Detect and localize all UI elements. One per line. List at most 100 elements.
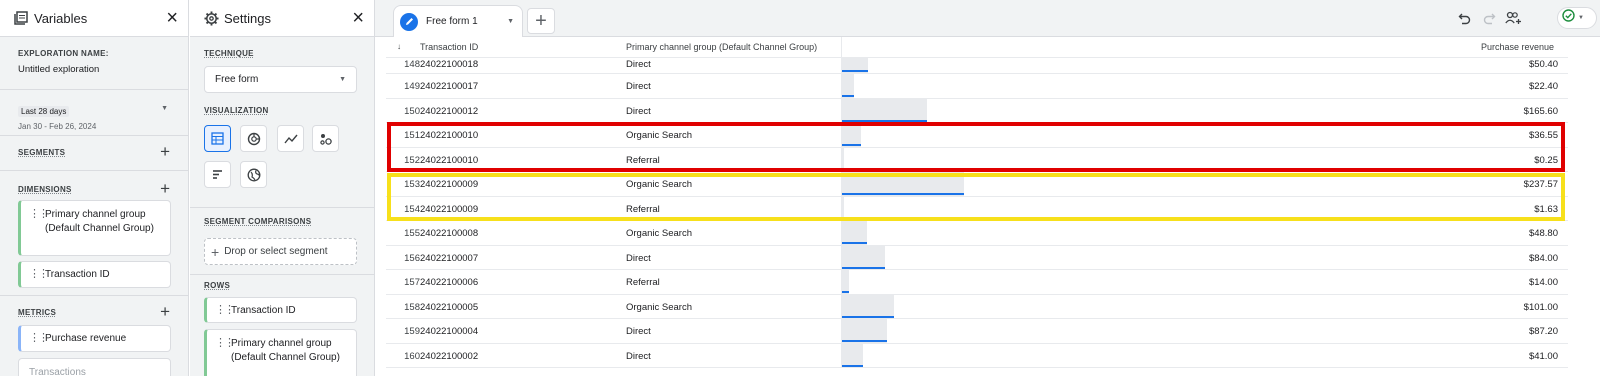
- dimensions-header: DIMENSIONS +: [18, 180, 170, 197]
- revenue-bar-indicator: [842, 364, 863, 367]
- date-range-picker[interactable]: Last 28 days Jan 30 - Feb 26, 2024 ▼: [18, 101, 168, 131]
- metrics-header: METRICS +: [18, 303, 170, 320]
- divider: [0, 135, 188, 136]
- dimension-label: Primary channel group (Default Channel G…: [45, 209, 154, 234]
- row-dimension-chip[interactable]: ⋮⋮ Transaction ID: [204, 297, 357, 323]
- metric-chip[interactable]: ⋮⋮ Purchase revenue: [18, 325, 171, 352]
- exploration-canvas: Free form 1 ▼ + ▼ ↓ Transaction ID Prima…: [375, 0, 1600, 376]
- table-row[interactable]: 158 24022100005 Organic Search $101.00: [386, 294, 1568, 319]
- row-index: 148: [404, 59, 420, 70]
- channel-cell: Organic Search: [626, 301, 693, 313]
- variables-panel: Variables × EXPLORATION NAME: Untitled e…: [0, 0, 189, 376]
- add-dimension-icon[interactable]: +: [160, 180, 170, 197]
- revenue-bar-indicator: [842, 291, 849, 293]
- column-header-transaction-id[interactable]: Transaction ID: [420, 42, 478, 52]
- revenue-cell: $237.57: [1523, 179, 1558, 190]
- revenue-bar: [842, 319, 887, 343]
- transaction-id-cell: 24022100002: [420, 350, 479, 362]
- row-index: 158: [404, 301, 420, 313]
- channel-cell: Organic Search: [626, 228, 693, 239]
- revenue-bar: [842, 172, 964, 196]
- transaction-id-cell: 24022100004: [420, 326, 479, 337]
- redo-icon[interactable]: [1479, 8, 1499, 28]
- globe-icon[interactable]: [240, 161, 267, 188]
- table-row[interactable]: 159 24022100004 Direct $87.20: [386, 319, 1568, 344]
- revenue-cell: $50.40: [1528, 59, 1558, 70]
- undo-icon[interactable]: [1454, 8, 1474, 28]
- exploration-name-input[interactable]: Untitled exploration: [18, 64, 170, 75]
- revenue-cell: $36.55: [1528, 130, 1558, 141]
- column-header-channel[interactable]: Primary channel group (Default Channel G…: [626, 42, 817, 52]
- dimension-label: Transaction ID: [45, 269, 110, 280]
- technique-select[interactable]: Free form ▼: [204, 66, 357, 93]
- drag-handle-icon[interactable]: ⋮⋮: [29, 268, 49, 281]
- table-row[interactable]: 149 24022100017 Direct $22.40: [386, 74, 1568, 99]
- table-body: 148 24022100018 Direct $50.40 149 24022100017…: [386, 58, 1568, 368]
- donut-chart-icon[interactable]: [240, 125, 267, 152]
- revenue-bar: [842, 294, 894, 319]
- channel-cell: Direct: [626, 252, 651, 264]
- chevron-down-icon[interactable]: ▼: [507, 18, 514, 25]
- sort-arrow-icon[interactable]: ↓: [397, 42, 401, 51]
- close-settings-icon[interactable]: ×: [352, 8, 364, 28]
- revenue-cell: $84.00: [1528, 252, 1558, 264]
- rows-label: ROWS: [204, 281, 231, 290]
- table-row[interactable]: 157 24022100006 Referral $14.00: [386, 270, 1568, 295]
- tab-free-form-1[interactable]: Free form 1 ▼: [393, 5, 523, 37]
- table-row[interactable]: 150 24022100012 Direct $165.60: [386, 98, 1568, 123]
- transaction-id-cell: 24022100018: [420, 59, 479, 70]
- revenue-cell: $101.00: [1523, 301, 1558, 313]
- data-table: ↓ Transaction ID Primary channel group (…: [386, 37, 1568, 368]
- drag-handle-icon[interactable]: ⋮⋮: [215, 337, 235, 350]
- table-row[interactable]: 153 24022100009 Organic Search $237.57: [386, 172, 1568, 197]
- add-segment-icon[interactable]: +: [160, 143, 170, 160]
- channel-cell: Direct: [626, 81, 651, 92]
- table-row[interactable]: 155 24022100008 Organic Search $48.80: [386, 221, 1568, 246]
- revenue-cell: $41.00: [1528, 350, 1558, 362]
- revenue-bar: [842, 123, 861, 147]
- pencil-icon: [400, 12, 418, 31]
- row-dimension-chip[interactable]: ⋮⋮ Primary channel group (Default Channe…: [204, 329, 357, 376]
- row-index: 157: [404, 277, 420, 288]
- drag-handle-icon[interactable]: ⋮⋮: [215, 304, 235, 317]
- transaction-id-cell: 24022100006: [420, 277, 479, 288]
- scatter-plot-icon[interactable]: [312, 125, 339, 152]
- drag-handle-icon[interactable]: ⋮⋮: [29, 332, 49, 345]
- dimensions-label: DIMENSIONS: [18, 184, 72, 194]
- variables-icon: [12, 9, 30, 27]
- add-tab-button[interactable]: +: [527, 8, 555, 34]
- divider: [0, 89, 188, 90]
- share-users-icon[interactable]: [1503, 8, 1523, 28]
- line-chart-icon[interactable]: [277, 125, 304, 152]
- check-circle-icon: [1562, 9, 1575, 27]
- table-row[interactable]: 156 24022100007 Direct $84.00: [386, 245, 1568, 270]
- close-variables-icon[interactable]: ×: [166, 8, 178, 28]
- add-metric-icon[interactable]: +: [160, 303, 170, 320]
- table-row[interactable]: 154 24022100009 Referral $1.63: [386, 196, 1568, 221]
- table-row[interactable]: 152 24022100010 Referral $0.25: [386, 147, 1568, 172]
- segment-dropzone[interactable]: + Drop or select segment: [204, 238, 357, 265]
- dimension-chip[interactable]: ⋮⋮ Transaction ID: [18, 261, 171, 288]
- chevron-down-icon: ▼: [1578, 15, 1584, 21]
- table-icon[interactable]: [204, 125, 231, 152]
- channel-cell: Organic Search: [626, 130, 693, 141]
- drag-handle-icon[interactable]: ⋮⋮: [29, 208, 49, 221]
- column-header-purchase-revenue[interactable]: Purchase revenue: [1481, 42, 1554, 52]
- table-row[interactable]: 151 24022100010 Organic Search $36.55: [386, 123, 1568, 148]
- row-index: 155: [404, 228, 420, 239]
- dimension-chip[interactable]: ⋮⋮ Primary channel group (Default Channe…: [18, 200, 171, 256]
- row-index: 160: [404, 350, 420, 362]
- transaction-id-cell: 24022100009: [420, 203, 479, 215]
- metric-chip[interactable]: Transactions: [18, 358, 171, 376]
- bar-chart-icon[interactable]: [204, 161, 231, 188]
- transaction-id-cell: 24022100017: [420, 81, 479, 92]
- variables-header: Variables ×: [0, 0, 188, 37]
- variables-title: Variables: [34, 10, 88, 26]
- status-menu[interactable]: ▼: [1557, 7, 1597, 29]
- table-row[interactable]: 148 24022100018 Direct $50.40: [386, 58, 1568, 74]
- date-preset-chip: Last 28 days: [18, 106, 70, 117]
- transaction-id-cell: 24022100009: [420, 179, 479, 190]
- tab-label: Free form 1: [426, 16, 478, 27]
- revenue-cell: $22.40: [1528, 81, 1558, 92]
- table-row[interactable]: 160 24022100002 Direct $41.00: [386, 343, 1568, 368]
